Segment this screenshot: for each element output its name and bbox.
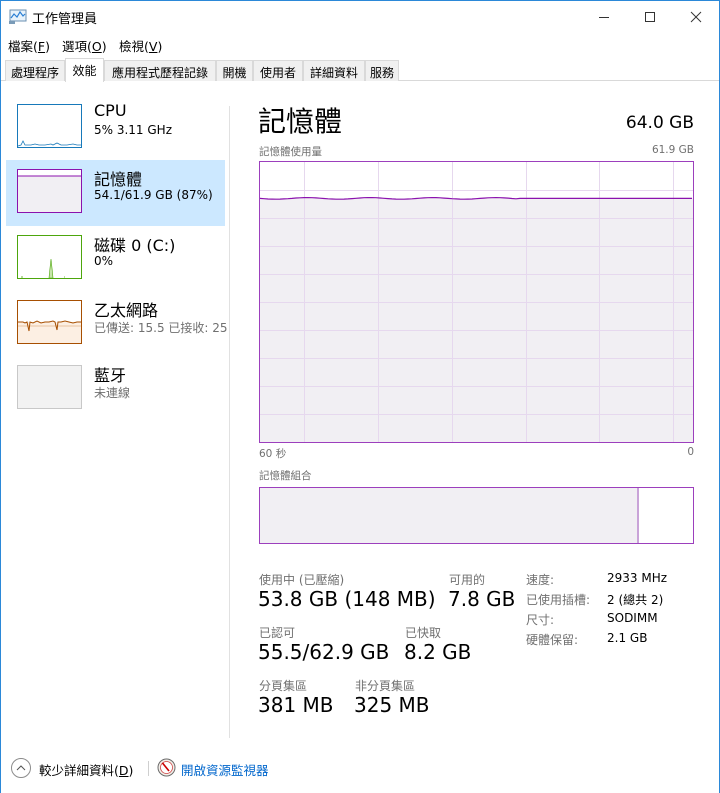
minimize-button[interactable] bbox=[581, 1, 627, 32]
cached-label: 已快取 bbox=[405, 626, 442, 640]
nonpaged-pool-value: 325 MB bbox=[354, 693, 430, 717]
slots-used-label: 已使用插槽: bbox=[526, 593, 591, 607]
disk-label: 磁碟 0 (C:) bbox=[94, 236, 176, 255]
cpu-usage: 5% 3.11 GHz bbox=[94, 123, 173, 137]
chevron-up-icon bbox=[16, 765, 26, 771]
cpu-label: CPU bbox=[94, 101, 127, 120]
maximize-button[interactable] bbox=[627, 1, 673, 32]
page-title: 記憶體 bbox=[258, 105, 343, 138]
disk-usage: 0% bbox=[94, 254, 114, 268]
footer-separator bbox=[148, 761, 149, 776]
hardware-reserved-label: 硬體保留: bbox=[526, 633, 579, 647]
cached-value: 8.2 GB bbox=[404, 640, 472, 664]
task-manager-window: 工作管理員 檔案(F) 選項(O) 檢視(V) 處理程序 效能 應用程式歷程記錄… bbox=[0, 0, 720, 793]
memory-usage-graph bbox=[260, 162, 693, 442]
minimize-icon bbox=[599, 16, 609, 18]
resource-sidebar: CPU 5% 3.11 GHz 記憶體 54.1/61.9 GB (87%) 磁… bbox=[1, 81, 229, 741]
menu-file[interactable]: 檔案(F) bbox=[8, 36, 50, 55]
window-title: 工作管理員 bbox=[32, 12, 98, 27]
close-button[interactable] bbox=[673, 1, 719, 32]
menu-view[interactable]: 檢視(V) bbox=[119, 36, 162, 55]
paged-pool-value: 381 MB bbox=[258, 693, 334, 717]
maximize-icon bbox=[645, 11, 655, 22]
slots-used-value: 2 (總共 2) bbox=[607, 593, 664, 607]
usage-chart-label: 記憶體使用量 bbox=[259, 146, 322, 158]
form-factor-value: SODIMM bbox=[607, 611, 658, 625]
memory-label: 記憶體 bbox=[94, 170, 143, 189]
usage-chart-max: 61.9 GB bbox=[651, 144, 694, 156]
tab-details[interactable]: 詳細資料 bbox=[303, 60, 365, 81]
usage-fill-area bbox=[260, 198, 693, 442]
tab-app-history[interactable]: 應用程式歷程記錄 bbox=[104, 60, 216, 81]
bluetooth-thumbnail-graph bbox=[17, 365, 82, 409]
sidebar-item-disk[interactable]: 磁碟 0 (C:) 0% bbox=[6, 226, 225, 292]
fewer-details-button[interactable] bbox=[11, 758, 31, 778]
memory-composition-bar bbox=[259, 487, 694, 544]
available-label: 可用的 bbox=[449, 573, 486, 587]
memory-thumbnail-graph bbox=[17, 169, 82, 213]
x-axis-start-label: 60 秒 bbox=[259, 448, 287, 460]
in-use-label: 使用中 (已壓縮) bbox=[259, 573, 345, 587]
usage-line bbox=[260, 196, 692, 200]
composition-label: 記憶體組合 bbox=[259, 470, 312, 482]
open-resource-monitor-link[interactable]: 開啟資源監視器 bbox=[181, 760, 269, 779]
close-icon bbox=[690, 11, 702, 22]
tab-strip: 處理程序 效能 應用程式歷程記錄 開機 使用者 詳細資料 服務 bbox=[1, 58, 719, 82]
sidebar-item-ethernet[interactable]: 乙太網路 已傳送: 15.5 已接收: 25 bbox=[6, 291, 228, 357]
composition-in-use-segment[interactable] bbox=[260, 488, 637, 543]
resource-monitor-icon bbox=[157, 758, 176, 777]
task-manager-icon bbox=[9, 9, 27, 24]
paged-pool-label: 分頁集區 bbox=[259, 679, 308, 693]
tab-startup[interactable]: 開機 bbox=[216, 60, 253, 81]
memory-usage: 54.1/61.9 GB (87%) bbox=[94, 188, 213, 202]
menu-options[interactable]: 選項(O) bbox=[62, 36, 107, 55]
hardware-reserved-value: 2.1 GB bbox=[607, 631, 648, 645]
tab-services[interactable]: 服務 bbox=[365, 60, 399, 81]
memory-usage-chart bbox=[259, 161, 694, 443]
menu-bar: 檔案(F) 選項(O) 檢視(V) bbox=[1, 34, 719, 54]
available-value: 7.8 GB bbox=[448, 587, 516, 611]
speed-label: 速度: bbox=[526, 573, 555, 587]
sidebar-item-bluetooth[interactable]: 藍牙 未連線 bbox=[6, 356, 225, 422]
title-bar: 工作管理員 bbox=[1, 1, 719, 32]
bluetooth-label: 藍牙 bbox=[94, 366, 127, 385]
sidebar-item-memory[interactable]: 記憶體 54.1/61.9 GB (87%) bbox=[6, 160, 225, 226]
pane-divider[interactable] bbox=[229, 106, 230, 738]
x-axis-end-label: 0 bbox=[687, 446, 694, 458]
ethernet-throughput: 已傳送: 15.5 已接收: 25 bbox=[94, 321, 228, 335]
tab-users[interactable]: 使用者 bbox=[253, 60, 303, 81]
ethernet-thumbnail-graph bbox=[17, 300, 82, 344]
cpu-thumbnail-graph bbox=[17, 104, 82, 148]
footer: 較少詳細資料(D) 開啟資源監視器 bbox=[1, 746, 719, 792]
ethernet-label: 乙太網路 bbox=[94, 301, 159, 320]
disk-thumbnail-graph bbox=[17, 235, 82, 279]
tab-processes[interactable]: 處理程序 bbox=[5, 60, 65, 81]
tab-performance[interactable]: 效能 bbox=[65, 58, 104, 82]
committed-label: 已認可 bbox=[259, 626, 296, 640]
sidebar-item-cpu[interactable]: CPU 5% 3.11 GHz bbox=[6, 95, 225, 161]
committed-value: 55.5/62.9 GB bbox=[258, 640, 390, 664]
speed-value: 2933 MHz bbox=[607, 571, 668, 585]
composition-modified-segment[interactable] bbox=[637, 488, 639, 543]
in-use-value: 53.8 GB (148 MB) bbox=[258, 587, 436, 611]
memory-total: 64.0 GB bbox=[625, 113, 694, 133]
bluetooth-status: 未連線 bbox=[94, 386, 131, 400]
form-factor-label: 尺寸: bbox=[526, 613, 555, 627]
memory-detail-pane: 記憶體 64.0 GB 記憶體使用量 61.9 GB 60 秒 0 記憶體組合 … bbox=[241, 81, 711, 741]
nonpaged-pool-label: 非分頁集區 bbox=[355, 679, 416, 693]
fewer-details-link[interactable]: 較少詳細資料(D) bbox=[39, 760, 133, 779]
